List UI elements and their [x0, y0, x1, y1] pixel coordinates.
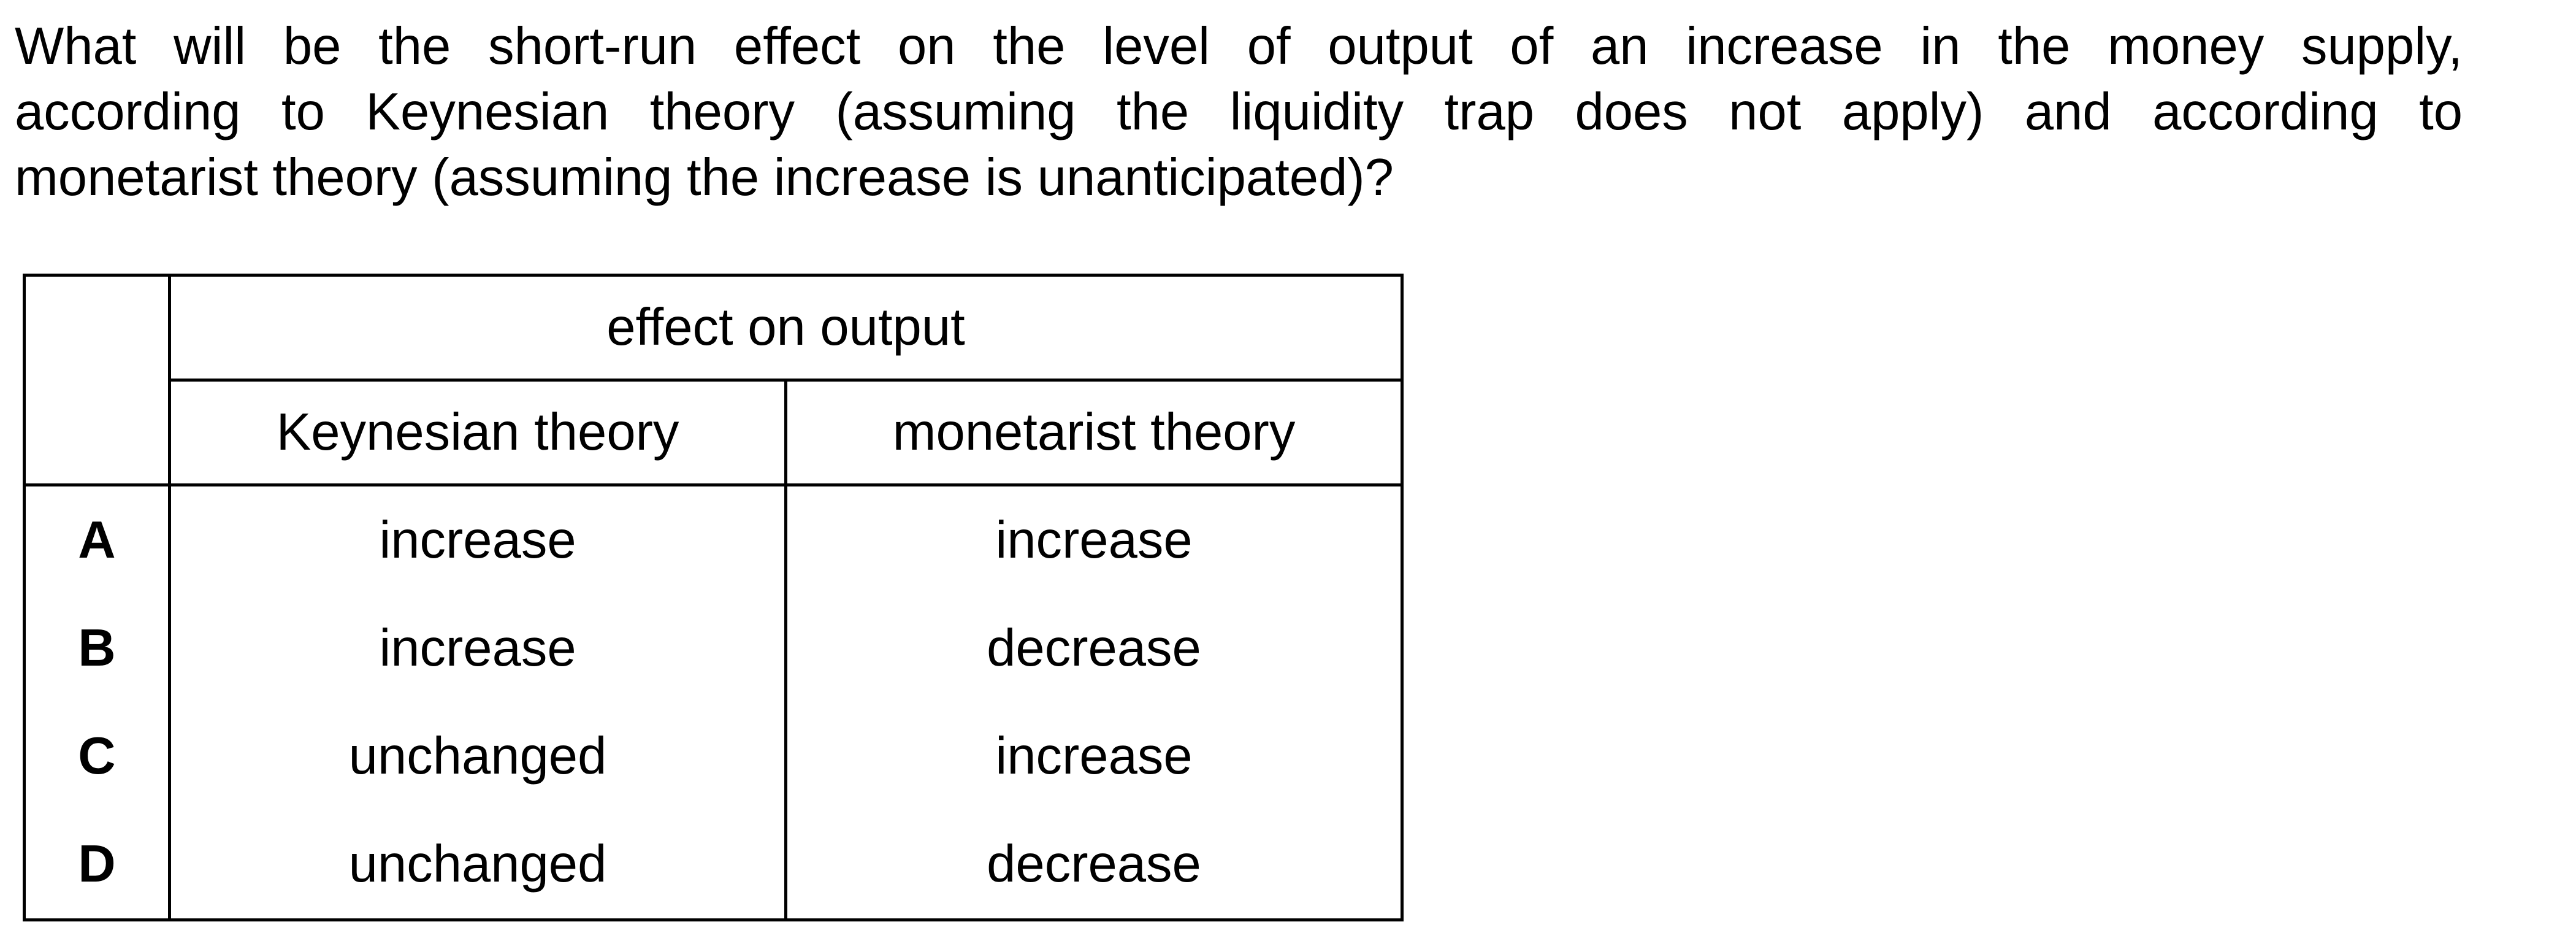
- monetarist-cell: decrease: [784, 810, 1404, 921]
- question-line: monetarist theory (assuming the increase…: [15, 148, 1394, 207]
- monetarist-cell: increase: [784, 702, 1404, 810]
- question-line: What will be the short-run effect on the…: [15, 17, 2463, 75]
- keynesian-cell: unchanged: [168, 702, 787, 810]
- header-corner-cell: [23, 274, 171, 486]
- answer-options-table: effect on output Keynesian theory moneta…: [23, 274, 1404, 921]
- keynesian-cell: unchanged: [168, 810, 787, 921]
- monetarist-cell: increase: [784, 485, 1404, 594]
- keynesian-cell: increase: [168, 594, 787, 702]
- keynesian-cell: increase: [168, 485, 787, 594]
- option-row-b[interactable]: B increase decrease: [23, 594, 1404, 702]
- option-row-d[interactable]: D unchanged decrease: [23, 810, 1404, 921]
- option-letter: B: [23, 594, 171, 702]
- option-row-a[interactable]: A increase increase: [23, 485, 1404, 594]
- option-letter: C: [23, 702, 171, 810]
- question-line: according to Keynesian theory (assuming …: [15, 83, 2463, 141]
- table-subheader-row: Keynesian theory monetarist theory: [25, 380, 1404, 486]
- column-header-keynesian: Keynesian theory: [168, 380, 787, 486]
- option-letter: D: [23, 810, 171, 921]
- group-header-effect-on-output: effect on output: [168, 274, 1404, 382]
- option-row-c[interactable]: C unchanged increase: [23, 702, 1404, 810]
- table-header-row: effect on output: [23, 274, 1404, 486]
- question-text: What will be the short-run effect on the…: [15, 13, 2463, 210]
- column-header-monetarist: monetarist theory: [784, 380, 1404, 486]
- option-letter: A: [23, 485, 171, 594]
- monetarist-cell: decrease: [784, 594, 1404, 702]
